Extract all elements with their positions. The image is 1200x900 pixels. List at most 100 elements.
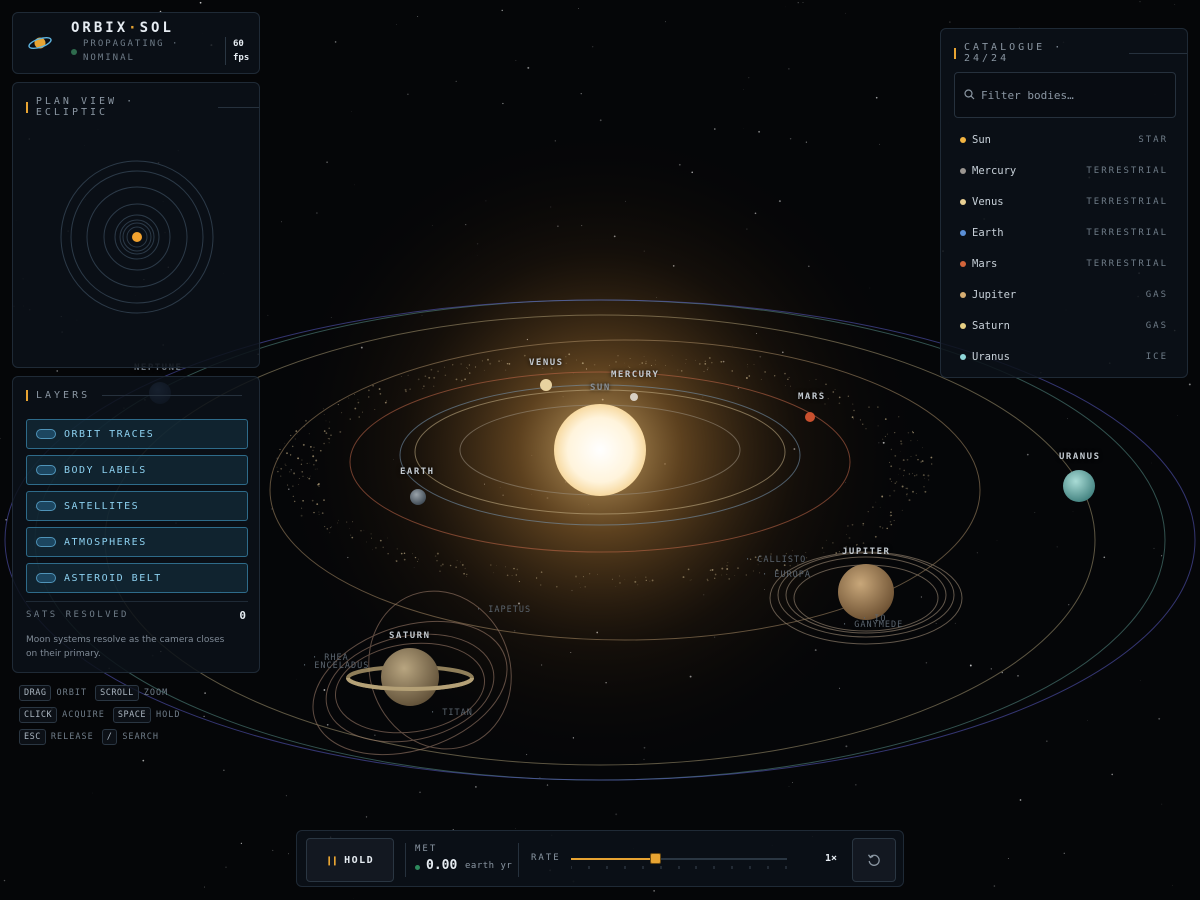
body-color-dot: [960, 354, 966, 360]
toggle-atmospheres[interactable]: ATMOSPHERES: [26, 527, 248, 557]
rate-value: 1×: [825, 853, 838, 864]
toggle-asteroid-belt[interactable]: ASTEROID BELT: [26, 563, 248, 593]
label-uranus: URANUS: [1059, 452, 1101, 462]
body-color-dot: [960, 230, 966, 236]
body-name: Uranus: [972, 351, 1010, 363]
toggle-orbit-traces[interactable]: ORBIT TRACES: [26, 419, 248, 449]
body-name: Saturn: [972, 320, 1010, 332]
layers-panel: LAYERS ORBIT TRACES BODY LABELS SATELLIT…: [12, 376, 260, 673]
key-scroll: SCROLL: [95, 685, 139, 701]
toggle-switch-icon: [36, 429, 56, 439]
body-name: Earth: [972, 227, 1004, 239]
label-mercury: MERCURY: [611, 370, 660, 380]
mercury-body[interactable]: [630, 393, 638, 401]
status-indicator: [71, 49, 77, 55]
reset-button[interactable]: [852, 838, 896, 882]
body-color-dot: [960, 323, 966, 329]
key-drag: DRAG: [19, 685, 52, 701]
label-venus: VENUS: [529, 358, 564, 368]
body-name: Venus: [972, 196, 1004, 208]
body-type: ICE: [1145, 352, 1168, 362]
earth-body[interactable]: [410, 489, 426, 505]
search-icon: [964, 89, 975, 100]
catalogue-panel: CATALOGUE · 24/24 Sun STAR Mercury TERREST…: [940, 28, 1188, 378]
label-mars: MARS: [798, 392, 826, 402]
body-type: GAS: [1145, 321, 1168, 331]
toggle-label: BODY LABELS: [64, 464, 147, 476]
hold-button[interactable]: ❙❙ HOLD: [306, 838, 394, 882]
plan-sun-marker: [132, 232, 142, 242]
key-space: SPACE: [112, 707, 152, 723]
toggle-satellites[interactable]: SATELLITES: [26, 491, 248, 521]
catalogue-item-sun[interactable]: Sun STAR: [954, 129, 1176, 151]
toggle-switch-icon: [36, 501, 56, 511]
key-desc: RELEASE: [50, 732, 94, 742]
label-callisto: · CALLISTO: [745, 555, 807, 565]
layers-divider: [26, 601, 248, 602]
toggle-body-labels[interactable]: BODY LABELS: [26, 455, 248, 485]
sun-body[interactable]: [554, 404, 646, 496]
body-name: Sun: [972, 134, 991, 146]
body-type: GAS: [1145, 290, 1168, 300]
label-saturn: SATURN: [389, 631, 431, 641]
body-color-dot: [960, 292, 966, 298]
mars-body[interactable]: [805, 412, 815, 422]
catalogue-item-jupiter[interactable]: Jupiter GAS: [954, 284, 1176, 306]
plan-view-minimap[interactable]: [13, 113, 261, 361]
filter-input[interactable]: [981, 85, 1167, 105]
fps-value: 60: [233, 39, 244, 49]
label-jupiter: JUPITER: [842, 547, 891, 557]
rate-slider-thumb[interactable]: [650, 853, 662, 864]
status-line-1: PROPAGATING ·: [83, 39, 180, 49]
catalogue-item-earth[interactable]: Earth TERRESTRIAL: [954, 222, 1176, 244]
toggle-label: ASTEROID BELT: [64, 572, 162, 584]
key-desc: HOLD: [156, 710, 181, 720]
toggle-label: ATMOSPHERES: [64, 536, 147, 548]
rate-slider-ticks: [571, 866, 787, 869]
key-desc: ACQUIRE: [62, 710, 105, 720]
label-titan: · TITAN: [430, 708, 473, 718]
key-click: CLICK: [19, 707, 58, 723]
venus-body[interactable]: [540, 379, 552, 391]
moon-systems-note: Moon systems resolve as the camera close…: [26, 635, 225, 659]
app-title: ORBIX·SOL: [71, 20, 174, 36]
rate-label: RATE: [531, 853, 561, 863]
label-earth: EARTH: [400, 467, 435, 477]
catalogue-item-venus[interactable]: Venus TERRESTRIAL: [954, 191, 1176, 213]
catalogue-item-saturn[interactable]: Saturn GAS: [954, 315, 1176, 337]
jupiter-body[interactable]: [838, 564, 894, 620]
key-desc: SEARCH: [122, 732, 160, 742]
fps-unit: fps: [233, 53, 250, 63]
body-name: Mercury: [972, 165, 1017, 177]
label-enceladus: · ENCELADUS: [302, 661, 370, 671]
saturn-body[interactable]: [381, 648, 439, 706]
hold-label: HOLD: [344, 854, 375, 866]
timebar-divider: [518, 843, 519, 877]
sats-resolved-count: 0: [239, 609, 246, 622]
toggle-switch-icon: [36, 465, 56, 475]
toggle-label: ORBIT TRACES: [64, 428, 155, 440]
label-iapetus: · IAPETUS: [476, 605, 532, 615]
brand-divider: [225, 37, 226, 65]
catalogue-item-mercury[interactable]: Mercury TERRESTRIAL: [954, 160, 1176, 182]
planet-ring-logo-icon: [28, 36, 52, 50]
catalogue-item-uranus[interactable]: Uranus ICE: [954, 346, 1176, 368]
uranus-body[interactable]: [1063, 470, 1095, 502]
plan-view-panel[interactable]: PLAN VIEW · ECLIPTIC: [12, 82, 260, 368]
toggle-label: SATELLITES: [64, 500, 140, 512]
catalogue-title: CATALOGUE · 24/24: [954, 42, 1187, 64]
met-label: MET: [415, 844, 438, 854]
keyboard-shortcuts: DRAG ORBIT SCROLL ZOOM CLICK ACQUIRE SPACE H…: [19, 682, 189, 748]
catalogue-item-mars[interactable]: Mars TERRESTRIAL: [954, 253, 1176, 275]
timebar-divider: [405, 843, 406, 877]
label-sun: SUN: [590, 383, 611, 393]
key-slash: /: [101, 729, 118, 745]
body-color-dot: [960, 168, 966, 174]
met-unit: earth yr: [465, 861, 513, 871]
toggle-switch-icon: [36, 573, 56, 583]
body-color-dot: [960, 261, 966, 267]
layers-title: LAYERS: [26, 390, 243, 401]
label-europa: · EUROPA: [762, 570, 811, 580]
rate-slider[interactable]: [571, 853, 787, 864]
filter-box[interactable]: [954, 72, 1176, 118]
